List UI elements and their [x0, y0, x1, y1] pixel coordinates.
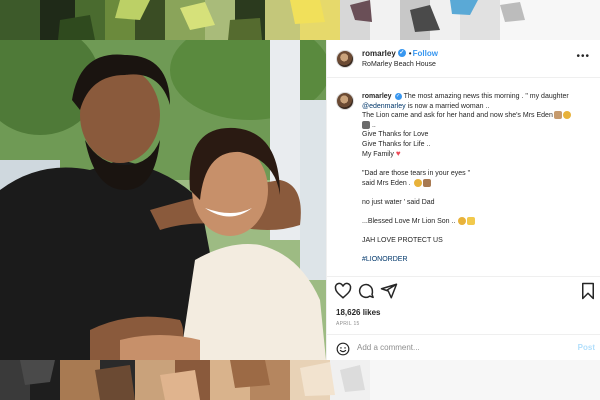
- praying-hands-emoji-icon: [458, 216, 467, 225]
- verified-badge-icon: ✓: [394, 92, 402, 100]
- username-link[interactable]: romarley: [362, 49, 396, 58]
- separator-dot: •: [408, 49, 412, 58]
- location-link[interactable]: RoMarley Beach House: [362, 61, 436, 68]
- caption-username[interactable]: romarley: [362, 93, 392, 100]
- lion-emoji-icon: [467, 216, 476, 225]
- pixelated-banner-bottom: [0, 360, 600, 400]
- post-date: APRIL 15: [336, 321, 360, 327]
- post-panel: romarley ✓ •Follow RoMarley Beach House ••…: [326, 40, 600, 360]
- pixelated-banner-top: [0, 0, 600, 40]
- caption-avatar[interactable]: [336, 92, 354, 110]
- smile-icon[interactable]: [336, 342, 350, 356]
- person-emoji-icon: [362, 120, 370, 129]
- post-header: romarley ✓ •Follow RoMarley Beach House ••…: [327, 40, 600, 78]
- mosaic-pattern-top: [0, 0, 600, 40]
- post-photo[interactable]: [0, 40, 326, 360]
- caption-line: Give Thanks for Love: [362, 131, 429, 138]
- share-icon[interactable]: [380, 282, 398, 300]
- caption-line: ...Blessed Love Mr Lion Son ..: [362, 217, 456, 225]
- caption-line: My Family: [362, 151, 394, 158]
- post-actions: 18,626 likes APRIL 15 Post: [327, 276, 600, 360]
- caption-line: Give Thanks for Life ..: [362, 140, 431, 148]
- caption-line: The Lion came and ask for her hand and n…: [362, 112, 553, 119]
- mosaic-pattern-bottom: [0, 360, 600, 400]
- bookmark-icon[interactable]: [579, 282, 597, 300]
- heart-icon[interactable]: [334, 282, 352, 300]
- caption-line: "Dad are those tears in your eyes ": [362, 170, 471, 177]
- avatar[interactable]: [336, 50, 354, 68]
- mention-link[interactable]: @edenmarley: [362, 103, 406, 110]
- post-comment-button[interactable]: Post: [578, 343, 595, 352]
- caption-line: JAH LOVE PROTECT US: [362, 236, 443, 244]
- couple-emoji-icon: [553, 111, 562, 120]
- couple-emoji-icon: [422, 178, 431, 187]
- comment-input[interactable]: [357, 343, 557, 352]
- ring-emoji-icon: [562, 111, 571, 120]
- caption-line: The most amazing news this morning . " m…: [403, 93, 569, 100]
- caption-line: no just water ' said Dad: [362, 198, 435, 206]
- couple-photo-illustration: [0, 40, 326, 360]
- caption-line: said Mrs Eden .: [362, 179, 411, 187]
- follow-button[interactable]: Follow: [413, 49, 438, 58]
- hashtag-link[interactable]: #LIONORDER: [362, 255, 594, 265]
- caption-line: is now a married woman ..: [405, 102, 490, 110]
- heart-emoji-icon: ♥: [395, 149, 401, 158]
- comment-form: Post: [327, 334, 600, 361]
- verified-badge-icon: ✓: [397, 49, 406, 58]
- more-options-icon[interactable]: •••: [576, 51, 590, 62]
- caption-text: romarley ✓ The most amazing news this morn…: [362, 92, 594, 264]
- praying-hands-emoji-icon: [413, 178, 422, 187]
- post-username-row: romarley ✓ •Follow: [362, 49, 438, 58]
- comment-icon[interactable]: [357, 282, 375, 300]
- likes-count[interactable]: 18,626 likes: [336, 308, 380, 317]
